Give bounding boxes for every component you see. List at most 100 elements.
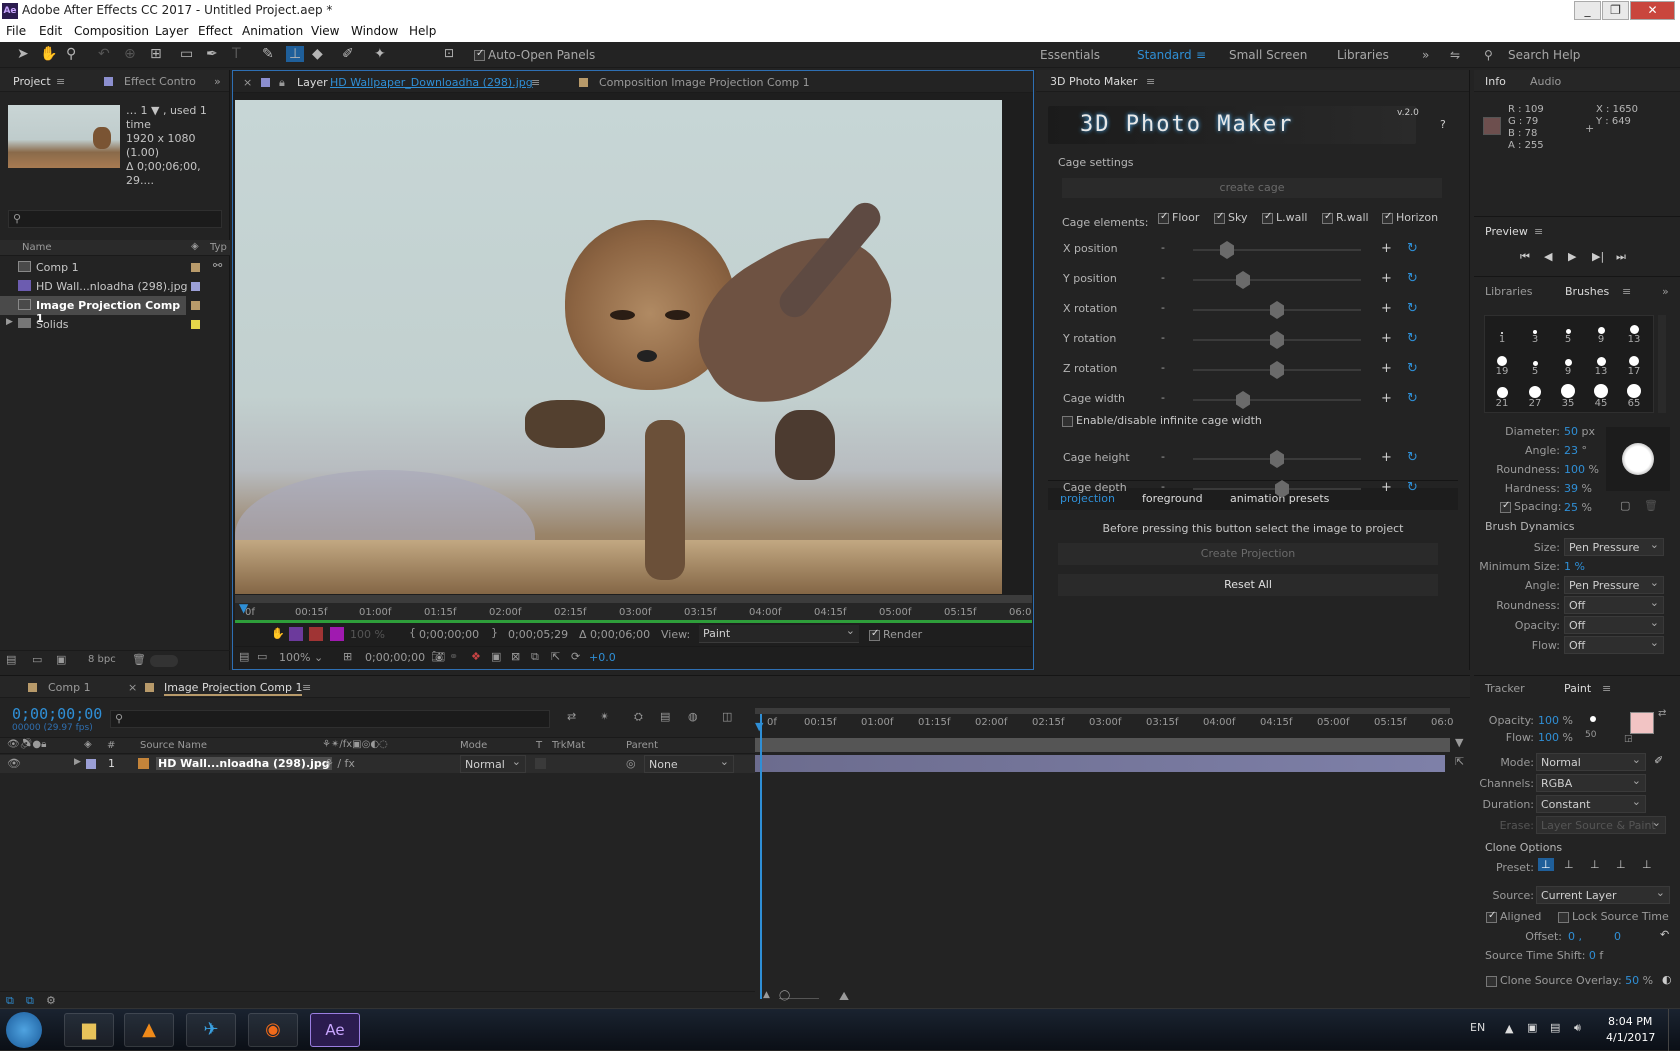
workspace-small-screen[interactable]: Small Screen [1229,48,1307,62]
increment-button[interactable]: + [1381,480,1392,495]
diameter-value[interactable]: 50 [1564,425,1578,438]
panel-menu-icon[interactable]: ≡ [1602,682,1611,695]
spacing-value[interactable]: 25 [1564,501,1578,514]
angle-value[interactable]: 23 [1564,444,1578,457]
decrement-button[interactable]: - [1161,450,1165,463]
increment-button[interactable]: + [1381,450,1392,465]
bit-depth-button[interactable]: 8 bpc [88,654,116,665]
increment-button[interactable]: + [1381,361,1392,376]
tab-layer-name[interactable]: HD Wallpaper_Downloadha (298).jpg [330,76,533,89]
new-composition-icon[interactable]: ▣ [56,653,66,666]
playhead[interactable] [760,714,762,999]
type-tool-icon[interactable]: T [232,46,241,62]
eyedropper-icon[interactable]: ✐ [1654,754,1663,767]
project-item-selected[interactable]: Image Projection Comp 1 [0,296,186,325]
decrement-button[interactable]: - [1161,331,1165,344]
column-source-name[interactable]: Source Name [140,740,207,751]
layer-duration-bar[interactable] [755,755,1445,772]
increment-button[interactable]: + [1381,301,1392,316]
channel-icon[interactable] [289,627,303,641]
show-snapshot-icon[interactable]: ⚭ [449,650,458,663]
timeline-graph[interactable]: 0f 00:15f 01:00f 01:15f 02:00f 02:15f 03… [755,708,1464,1008]
layer-image[interactable] [235,100,1002,594]
shy-layers-icon[interactable]: ⛭ [634,710,643,724]
clone-stamp-tool-icon[interactable]: ⊥ [286,46,305,62]
clone-preset-2-icon[interactable]: ⊥ [1564,858,1574,871]
comp-marker-icon[interactable]: ▼ [1455,736,1463,749]
column-type[interactable]: Typ [210,242,227,253]
new-folder-icon[interactable]: ▭ [32,653,42,666]
paint-mode-dropdown[interactable]: Normal [1536,753,1646,771]
channels-icon[interactable]: ❖ [471,650,481,663]
infinite-width-checkbox[interactable]: Enable/disable infinite cage width [1062,414,1262,427]
duration-dropdown[interactable]: Constant [1536,795,1646,813]
slider-track[interactable] [1193,249,1361,251]
menu-layer[interactable]: Layer [155,24,188,38]
column-name[interactable]: Name [22,242,52,253]
more-panels-icon[interactable]: » [214,75,221,88]
brush-tip[interactable]: 13 [1619,320,1649,345]
scroll-handle[interactable] [150,655,178,667]
clone-preset-5-icon[interactable]: ⊥ [1642,858,1652,871]
workspace-menu-icon[interactable]: ≡ [1196,48,1206,62]
parent-dropdown[interactable]: None [644,755,734,773]
more-workspaces-icon[interactable]: » [1422,48,1429,62]
slider-track[interactable] [1193,279,1361,281]
lock-icon[interactable]: 🔒︎ [279,76,285,90]
menu-view[interactable]: View [311,24,339,38]
tab-brushes[interactable]: Brushes [1565,285,1609,298]
project-item[interactable]: ▶ Solids [0,315,230,334]
comp-button-icon[interactable]: ⇱ [1455,755,1464,768]
brush-tip[interactable]: 27 [1520,384,1550,409]
brush-tip[interactable]: 35 [1553,384,1583,409]
decrement-button[interactable]: - [1161,391,1165,404]
more-panels-icon[interactable]: » [1662,285,1669,298]
dyn-roundness-dropdown[interactable]: Off [1564,596,1664,614]
label-column-icon[interactable]: ◈ [191,241,199,252]
spacing-checkbox[interactable]: Spacing: [1500,500,1561,513]
default-colors-icon[interactable]: ◲ [1624,734,1633,744]
tray-expand-icon[interactable]: ▲ [1505,1022,1513,1035]
menu-window[interactable]: Window [351,24,398,38]
reset-offset-icon[interactable]: ↶ [1660,928,1669,941]
zoom-dropdown[interactable]: 100% ⌄ [279,651,323,664]
project-search-input[interactable]: ⚲ [8,210,222,228]
tab-layer-prefix[interactable]: Layer [297,76,328,89]
always-preview-icon[interactable]: ▤ [239,650,249,663]
menu-animation[interactable]: Animation [242,24,303,38]
offset-y[interactable]: 0 [1614,930,1621,943]
snapping-icon[interactable]: ⊡ [444,46,454,60]
decrement-button[interactable]: - [1161,241,1165,254]
brush-tip[interactable]: 13 [1586,352,1616,377]
brush-tip[interactable]: 17 [1619,352,1649,377]
clock-time[interactable]: 8:04 PM [1608,1015,1652,1028]
brush-tip[interactable]: 3 [1520,320,1550,345]
telegram-icon[interactable]: ✈ [186,1013,236,1047]
previous-frame-icon[interactable]: ◀ [1544,250,1552,263]
flowchart-icon[interactable]: ⚯ [213,259,222,272]
close-tab-icon[interactable]: × [243,76,252,89]
reset-icon[interactable]: ↻ [1407,331,1418,346]
reset-icon[interactable]: ↻ [1407,271,1418,286]
language-indicator[interactable]: EN [1470,1021,1485,1034]
column-mode[interactable]: Mode [460,740,487,751]
tab-effect-controls[interactable]: Effect Contro [124,75,196,88]
aligned-checkbox[interactable]: Aligned [1486,910,1541,923]
roundness-value[interactable]: 100 [1564,463,1585,476]
brush-tool-icon[interactable]: ✎ [262,46,274,62]
workspace-standard[interactable]: Standard [1137,48,1192,62]
menu-help[interactable]: Help [409,24,436,38]
brush-tip[interactable]: 5 [1520,352,1550,377]
decrement-button[interactable]: - [1161,480,1165,493]
file-explorer-icon[interactable]: ▆ [64,1013,114,1047]
after-effects-taskbar-icon[interactable]: Ae [310,1013,360,1047]
tab-preview[interactable]: Preview [1485,225,1528,238]
brush-tip[interactable]: 65 [1619,384,1649,409]
zoom-slider-knob[interactable]: ◯ [779,990,790,1001]
vlc-icon[interactable]: ▲ [124,1013,174,1047]
channels-dropdown[interactable]: RGBA [1536,774,1646,792]
view-dropdown[interactable]: Paint [699,624,859,643]
expand-arrow-icon[interactable]: ▶ [6,317,13,327]
hardness-value[interactable]: 39 [1564,482,1578,495]
play-icon[interactable]: ▶ [1568,250,1576,263]
